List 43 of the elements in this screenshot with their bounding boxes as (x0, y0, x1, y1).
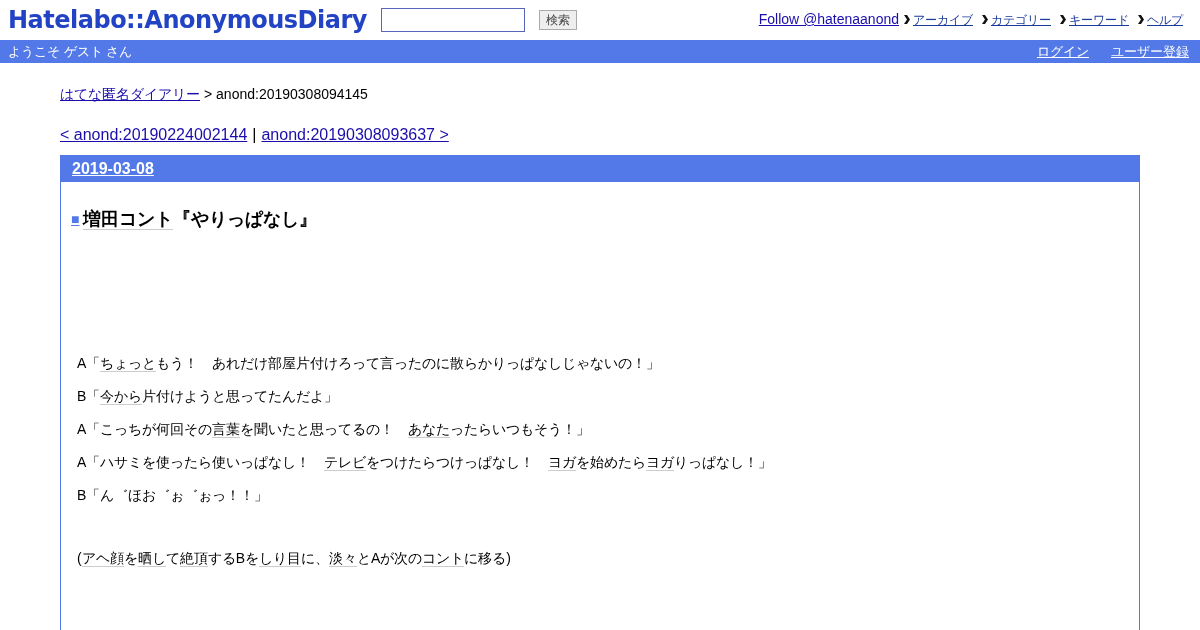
keyword-link[interactable]: 晒し (137, 550, 166, 567)
arrow-icon (982, 15, 988, 24)
keyword-link[interactable]: しり目 (259, 550, 301, 567)
nav-link[interactable]: キーワード (1069, 10, 1129, 29)
date-link[interactable]: 2019-03-08 (72, 157, 154, 181)
arrow-icon (1060, 15, 1066, 24)
account-link[interactable]: ユーザー登録 (1111, 41, 1189, 62)
keyword-link[interactable]: あなた (408, 421, 451, 438)
nav-link[interactable]: ヘルプ (1147, 10, 1183, 29)
keyword-link[interactable]: 今から (100, 388, 143, 405)
keyword-link[interactable]: 増田コント (83, 209, 174, 230)
dialogue-line: A「ハサミを使ったら使いっぱなし！ テレビをつけたらつけっぱなし！ ヨガを始めたら ヨガりっぱなし！」 (77, 453, 774, 473)
account-link[interactable]: ログイン (1037, 41, 1089, 62)
keyword-link[interactable]: 淡々 (329, 550, 357, 567)
arrow-icon (1138, 15, 1144, 24)
keyword-link[interactable]: ヨガ (548, 454, 577, 471)
entry-title-text: 増田コント『やりっぱなし』 (83, 208, 318, 232)
keyword-link[interactable]: テレビ (324, 454, 367, 471)
dialogue-line: A「こっちが何回その言葉を聞いたと思ってるの！ あなた ったらいつもそう！」 (77, 420, 592, 440)
keyword-link[interactable]: ヨガ (646, 454, 675, 471)
dialogue-line: B「ん゛ほお゛ぉ゛ぉっ！！」 (77, 486, 270, 505)
follow-link[interactable]: Follow @hatenaanond (758, 9, 899, 30)
next-link[interactable]: anond:20190308093637 > (261, 123, 449, 147)
dialogue-line: (アヘ顔を晒し て絶頂するBを しり目 に、淡々 とAが次のコント に移る) (77, 549, 513, 569)
keyword-link[interactable]: 言葉 (212, 421, 241, 438)
breadcrumb-link[interactable]: はてな匿名ダイアリー (60, 84, 200, 105)
arrow-icon (904, 15, 910, 24)
keyword-link[interactable]: 絶頂 (179, 550, 208, 567)
pager-separator: | (252, 125, 257, 145)
keyword-link[interactable]: ちょっと (100, 355, 157, 372)
dialogue-line: A「ちょっと もう！ あれだけ部屋片付けろって言ったのに散らかりっぱなしじゃないの！」 (77, 354, 662, 374)
prev-link[interactable]: < anond:20190224002144 (60, 123, 248, 147)
keyword-link[interactable]: コント (422, 550, 465, 567)
search-button[interactable]: 検索 (538, 10, 577, 30)
entry-anchor[interactable]: ■ (71, 209, 80, 230)
site-logo[interactable]: Hatelabo::AnonymousDiary (8, 4, 367, 36)
nav-link[interactable]: アーカイブ (913, 10, 973, 29)
breadcrumb-current: > anond:20190308094145 (204, 85, 368, 104)
dialogue-line: B「今から 片付けようと思ってたんだよ」 (77, 387, 340, 407)
search-field[interactable] (380, 8, 525, 32)
keyword-link[interactable]: アヘ顔 (81, 550, 124, 567)
welcome-text: ようこそ ゲスト さん (8, 42, 133, 61)
nav-link[interactable]: カテゴリー (991, 10, 1051, 29)
